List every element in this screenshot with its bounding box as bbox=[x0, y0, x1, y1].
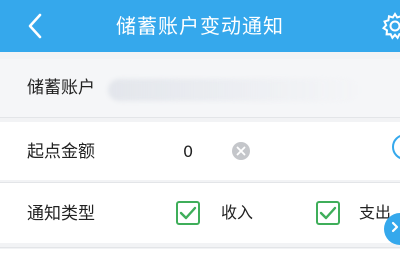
next-row-partial bbox=[0, 249, 400, 266]
income-label: 收入 bbox=[221, 203, 254, 222]
account-label: 储蓄账户 bbox=[27, 78, 95, 98]
toggle-switch[interactable] bbox=[392, 134, 400, 160]
page-title: 储蓄账户变动通知 bbox=[116, 14, 284, 38]
clear-circle-icon bbox=[232, 142, 250, 160]
gear-icon bbox=[381, 12, 400, 40]
settings-button[interactable] bbox=[380, 11, 400, 41]
amount-row: 起点金额 0 bbox=[0, 122, 400, 180]
expense-checkbox[interactable] bbox=[316, 201, 340, 225]
notify-type-row: 通知类型 收入 支出 bbox=[0, 183, 400, 243]
checkbox-checked-icon bbox=[316, 201, 340, 225]
account-number-blurred bbox=[108, 79, 360, 101]
chevron-icon bbox=[391, 221, 399, 233]
floating-action-button[interactable] bbox=[384, 213, 400, 245]
divider bbox=[0, 247, 400, 248]
income-checkbox[interactable] bbox=[176, 201, 200, 225]
checkbox-checked-icon bbox=[176, 201, 200, 225]
amount-label: 起点金额 bbox=[27, 142, 95, 162]
amount-input[interactable]: 0 bbox=[183, 141, 193, 163]
header-bar: 储蓄账户变动通知 bbox=[0, 0, 400, 52]
divider bbox=[0, 117, 400, 118]
account-row[interactable]: 储蓄账户 bbox=[0, 59, 400, 117]
notify-type-label: 通知类型 bbox=[27, 204, 95, 224]
clear-button[interactable] bbox=[232, 142, 250, 160]
